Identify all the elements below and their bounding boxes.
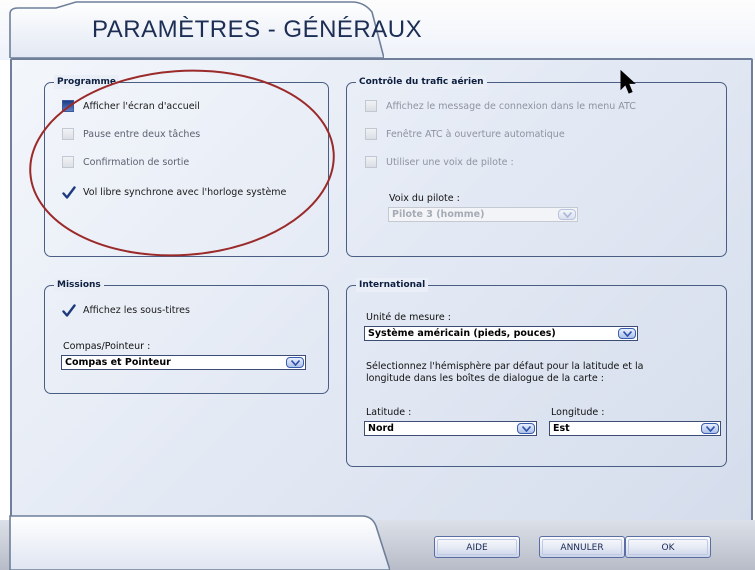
unit-label: Unité de mesure : <box>366 312 451 323</box>
missions-group-title: Missions <box>54 278 104 292</box>
cancel-button[interactable]: ANNULER <box>539 536 625 558</box>
option-pilot-voice[interactable]: Utiliser une voix de pilote : <box>365 153 514 171</box>
hemisphere-description-line-2: longitude dans les boîtes de dialogue de… <box>366 373 604 384</box>
latitude-dropdown[interactable]: Nord <box>364 421 537 436</box>
longitude-dropdown-button[interactable] <box>701 423 719 434</box>
cancel-button-label: ANNULER <box>560 543 604 553</box>
mouse-cursor-icon <box>620 70 636 94</box>
checkbox-atc-auto-open[interactable] <box>365 128 377 140</box>
chevron-down-icon <box>706 426 715 432</box>
help-button-label: AIDE <box>466 543 488 553</box>
international-group-title: International <box>356 278 429 292</box>
unit-value: Système américain (pieds, pouces) <box>368 328 556 339</box>
option-subtitles-label: Affichez les sous-titres <box>83 304 190 316</box>
window-title: PARAMÈTRES - GÉNÉRAUX <box>92 16 423 43</box>
longitude-dropdown[interactable]: Est <box>549 421 721 436</box>
pilot-voice-dropdown[interactable]: Pilote 3 (homme) <box>388 207 578 222</box>
chevron-down-icon <box>291 360 300 366</box>
compass-label: Compas/Pointeur : <box>63 341 151 352</box>
ok-button-label: OK <box>661 543 675 553</box>
checkbox-pilot-voice[interactable] <box>365 156 377 168</box>
option-atc-auto-open[interactable]: Fenêtre ATC à ouverture automatique <box>365 125 565 143</box>
chevron-down-icon <box>522 426 531 432</box>
chevron-down-icon <box>563 212 572 218</box>
latitude-dropdown-button[interactable] <box>517 423 535 434</box>
annotation-circle <box>29 69 335 257</box>
unit-dropdown-button[interactable] <box>618 328 636 339</box>
option-atc-connection-message-label: Affichez le message de connexion dans le… <box>386 100 636 112</box>
pilot-voice-value: Pilote 3 (homme) <box>392 209 485 220</box>
help-button[interactable]: AIDE <box>434 536 520 558</box>
latitude-label: Latitude : <box>366 407 412 418</box>
atc-group-title: Contrôle du trafic aérien <box>356 75 487 89</box>
compass-dropdown[interactable]: Compas et Pointeur <box>61 355 306 370</box>
option-atc-auto-open-label: Fenêtre ATC à ouverture automatique <box>386 128 565 140</box>
latitude-value: Nord <box>368 423 394 434</box>
option-atc-connection-message[interactable]: Affichez le message de connexion dans le… <box>365 97 636 115</box>
chevron-down-icon <box>623 331 632 337</box>
pilot-voice-dropdown-button[interactable] <box>558 209 576 220</box>
checkbox-atc-connection-message[interactable] <box>365 100 377 112</box>
compass-dropdown-button[interactable] <box>286 357 304 368</box>
compass-value: Compas et Pointeur <box>65 357 171 368</box>
hemisphere-description-line-1: Sélectionnez l'hémisphère par défaut pou… <box>366 361 644 372</box>
longitude-value: Est <box>553 423 570 434</box>
ok-button[interactable]: OK <box>625 536 711 558</box>
longitude-label: Longitude : <box>551 407 605 418</box>
option-subtitles[interactable]: Affichez les sous-titres <box>62 301 190 319</box>
checkmark-icon <box>62 304 76 317</box>
option-pilot-voice-label: Utiliser une voix de pilote : <box>386 156 514 168</box>
unit-dropdown[interactable]: Système américain (pieds, pouces) <box>364 326 638 341</box>
checkbox-subtitles[interactable] <box>62 303 76 317</box>
pilot-voice-label: Voix du pilote : <box>389 193 460 204</box>
footer-tab <box>9 515 390 570</box>
